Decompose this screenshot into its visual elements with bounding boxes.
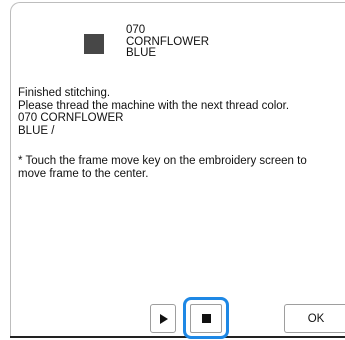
play-button[interactable] [150, 304, 176, 333]
stop-button[interactable] [190, 304, 222, 333]
next-color-info: 070 CORNFLOWER BLUE / [18, 112, 123, 137]
status-line1: Finished stitching. [18, 87, 111, 99]
thread-color-label: 070 CORNFLOWER BLUE [126, 24, 209, 60]
status-line2: Please thread the machine with the next … [18, 99, 290, 112]
thread-name-line2: BLUE [126, 47, 157, 59]
thread-number: 070 [126, 24, 146, 36]
ok-button-label: OK [307, 312, 325, 325]
frame-move-note: * Touch the frame move key on the embroi… [18, 155, 307, 180]
screen: 070 CORNFLOWER BLUE Finished stitching. … [2, 2, 345, 339]
play-icon [160, 313, 168, 324]
next-color-line1: 070 CORNFLOWER [18, 112, 124, 124]
next-color-line2: BLUE / [18, 124, 55, 137]
note-line1: * Touch the frame move key on the embroi… [18, 155, 307, 167]
thread-color-swatch [84, 34, 104, 54]
ok-button[interactable]: OK [284, 304, 345, 333]
dialog-bottom-border [10, 336, 345, 338]
stop-icon [201, 314, 211, 323]
status-message: Finished stitching. Please thread the ma… [18, 87, 289, 112]
note-line2: move frame to the center. [18, 167, 149, 180]
